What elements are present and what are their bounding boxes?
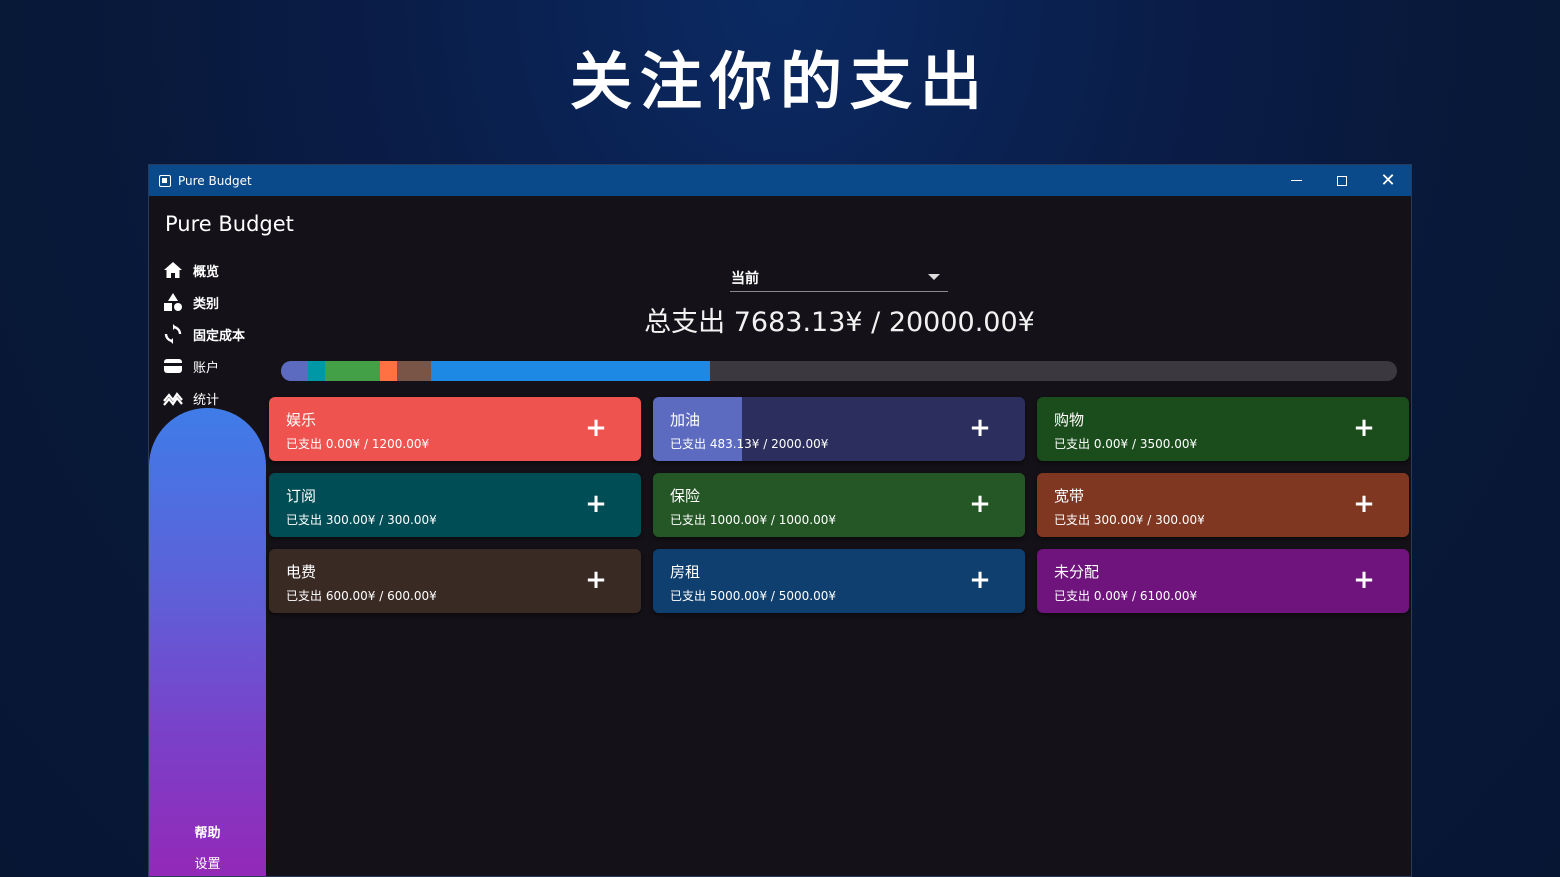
category-grid: 娱乐 已支出 0.00¥ / 1200.00¥ + 加油 已支出 483.13¥ / 2…: [269, 397, 1409, 613]
title-bar[interactable]: Pure Budget ✕: [149, 165, 1411, 196]
add-expense-button[interactable]: +: [1353, 489, 1375, 519]
category-card[interactable]: 保险已支出 1000.00¥ / 1000.00¥ +: [653, 473, 1025, 537]
wallet-icon: [163, 356, 183, 376]
sidebar-decoration: [149, 408, 266, 876]
category-card[interactable]: 加油已支出 483.13¥ / 2000.00¥ +: [653, 397, 1025, 461]
minimize-icon: [1290, 180, 1302, 181]
window-controls: ✕: [1273, 165, 1411, 196]
app-icon: [159, 174, 171, 187]
progress-segment: [397, 361, 431, 381]
category-name: 宽带: [1054, 487, 1085, 505]
refresh-icon: [163, 324, 183, 344]
progress-segment: [324, 361, 381, 381]
add-expense-button[interactable]: +: [969, 413, 991, 443]
add-expense-button[interactable]: +: [1353, 565, 1375, 595]
sidebar-item-overview[interactable]: 概览: [149, 254, 266, 286]
category-name: 未分配: [1054, 563, 1100, 581]
add-expense-button[interactable]: +: [1353, 413, 1375, 443]
category-spent: 已支出 5000.00¥ / 5000.00¥: [670, 589, 837, 603]
category-spent: 已支出 0.00¥ / 6100.00¥: [1054, 589, 1198, 603]
spending-progress-bar: [281, 361, 1397, 381]
category-spent: 已支出 600.00¥ / 600.00¥: [286, 589, 437, 603]
category-name: 房租: [670, 563, 701, 581]
period-dropdown[interactable]: 当前: [730, 264, 948, 292]
category-name: 购物: [1054, 411, 1085, 429]
sidebar-item-label: 概览: [193, 264, 220, 280]
category-spent: 已支出 300.00¥ / 300.00¥: [1054, 513, 1205, 527]
hero-title: 关注你的支出: [569, 45, 990, 118]
close-icon: ✕: [1380, 169, 1396, 191]
category-spent: 已支出 483.13¥ / 2000.00¥: [670, 437, 829, 451]
close-button[interactable]: ✕: [1365, 165, 1411, 196]
main-content: 当前 总支出 7683.13¥ / 20000.00¥ 娱乐已支出 0.00¥ …: [266, 196, 1411, 876]
category-card[interactable]: 房租已支出 5000.00¥ / 5000.00¥ +: [653, 549, 1025, 613]
sidebar-item-fixed-costs[interactable]: 固定成本: [149, 318, 266, 350]
add-expense-button[interactable]: +: [585, 489, 607, 519]
add-expense-button[interactable]: +: [969, 565, 991, 595]
sidebar-item-label: 固定成本: [193, 328, 246, 344]
category-spent: 已支出 0.00¥ / 3500.00¥: [1054, 437, 1198, 451]
category-spent: 已支出 0.00¥ / 1200.00¥: [286, 437, 430, 451]
sidebar-nav: 概览 类别 固定成本 账户 统计: [149, 254, 266, 414]
sidebar-item-label: 类别: [193, 296, 220, 312]
help-link[interactable]: 帮助: [149, 822, 266, 841]
total-spending: 总支出 7683.13¥ / 20000.00¥: [644, 307, 1035, 338]
category-spent: 已支出 300.00¥ / 300.00¥: [286, 513, 437, 527]
category-name: 电费: [286, 563, 317, 581]
sidebar-item-accounts[interactable]: 账户: [149, 350, 266, 382]
category-name: 加油: [670, 411, 701, 429]
minimize-button[interactable]: [1273, 165, 1319, 196]
category-card[interactable]: 宽带已支出 300.00¥ / 300.00¥ +: [1037, 473, 1409, 537]
sidebar-item-categories[interactable]: 类别: [149, 286, 266, 318]
category-name: 订阅: [286, 487, 317, 505]
add-expense-button[interactable]: +: [969, 489, 991, 519]
category-card[interactable]: 购物已支出 0.00¥ / 3500.00¥ +: [1037, 397, 1409, 461]
home-icon: [163, 260, 183, 280]
settings-link[interactable]: 设置: [149, 853, 266, 872]
sidebar: Pure Budget 概览 类别 固定成本 账户 统计 帮助 设置: [149, 196, 294, 876]
app-window: Pure Budget ✕ Pure Budget 概览 类别 固定成本 账户 …: [148, 164, 1412, 877]
category-name: 保险: [670, 487, 701, 505]
shapes-icon: [163, 292, 183, 312]
window-title: Pure Budget: [178, 173, 252, 188]
progress-segment: [307, 361, 325, 381]
category-card[interactable]: 未分配已支出 0.00¥ / 6100.00¥ +: [1037, 549, 1409, 613]
category-name: 娱乐: [286, 411, 317, 429]
chart-icon: [163, 388, 183, 408]
add-expense-button[interactable]: +: [585, 565, 607, 595]
progress-segment: [430, 361, 710, 381]
progress-segment: [281, 361, 308, 381]
sidebar-item-label: 统计: [193, 392, 220, 408]
progress-segment: [380, 361, 398, 381]
category-card[interactable]: 订阅已支出 300.00¥ / 300.00¥ +: [269, 473, 641, 537]
category-card[interactable]: 电费已支出 600.00¥ / 600.00¥ +: [269, 549, 641, 613]
sidebar-item-label: 账户: [193, 360, 220, 376]
category-spent: 已支出 1000.00¥ / 1000.00¥: [670, 513, 837, 527]
maximize-icon: [1337, 175, 1347, 186]
add-expense-button[interactable]: +: [585, 413, 607, 443]
category-card[interactable]: 娱乐已支出 0.00¥ / 1200.00¥ +: [269, 397, 641, 461]
chevron-down-icon: [928, 274, 940, 280]
period-value: 当前: [731, 270, 759, 287]
maximize-button[interactable]: [1319, 165, 1365, 196]
